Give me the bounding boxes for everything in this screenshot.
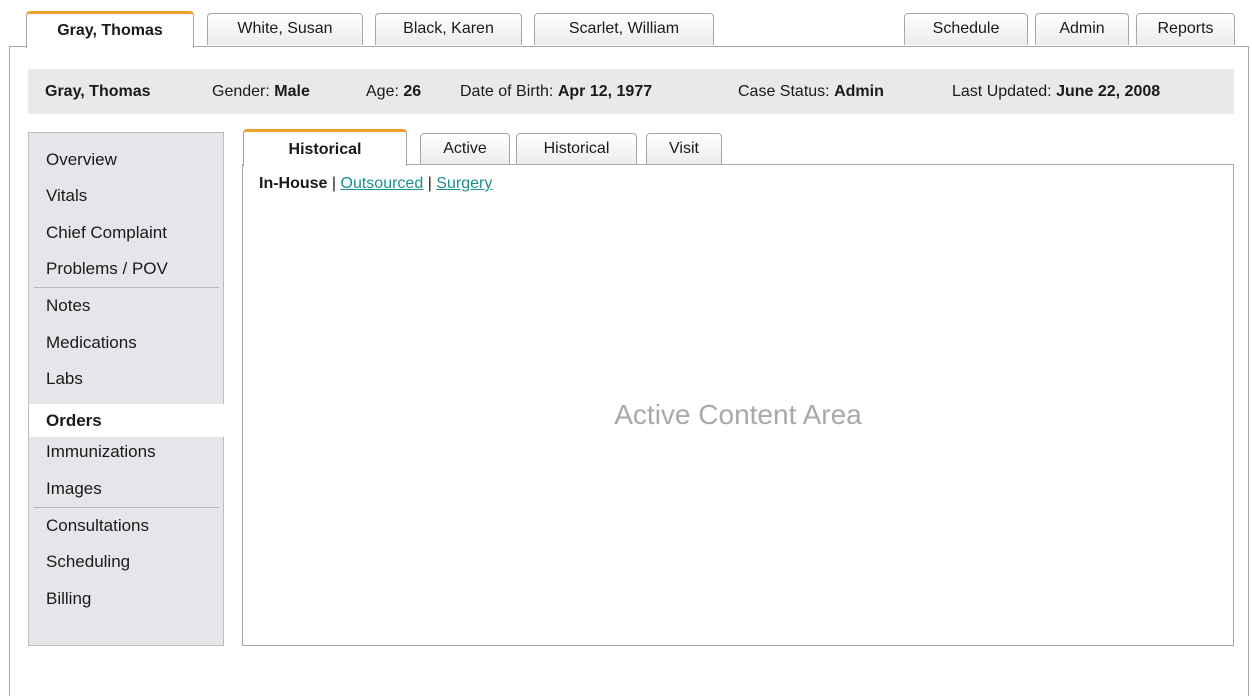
content-placeholder: Active Content Area bbox=[614, 399, 862, 430]
last-updated-label: Last Updated: bbox=[952, 83, 1052, 100]
dob-label: Date of Birth: bbox=[460, 83, 554, 100]
content-tab-historical[interactable]: Historical bbox=[516, 133, 637, 164]
sidebar-item-images[interactable]: Images bbox=[29, 471, 224, 507]
sidebar-item-scheduling[interactable]: Scheduling bbox=[29, 544, 224, 580]
sidebar-item-immunizations[interactable]: Immunizations bbox=[29, 434, 224, 470]
patient-tab-white-susan[interactable]: White, Susan bbox=[207, 13, 363, 45]
sublink-separator: | bbox=[427, 175, 432, 192]
sidebar-nav: Overview Vitals Chief Complaint Problems… bbox=[28, 132, 225, 646]
sublink-surgery[interactable]: Surgery bbox=[436, 175, 492, 192]
content-tab-visit[interactable]: Visit bbox=[646, 133, 722, 164]
sublink-outsourced[interactable]: Outsourced bbox=[341, 175, 424, 192]
dob-field: Date of Birth: Apr 12, 1977 bbox=[460, 69, 652, 114]
gender-label: Gender: bbox=[212, 83, 270, 100]
content-tab-historical-active[interactable]: Historical bbox=[243, 129, 407, 166]
sidebar-item-orders[interactable]: Orders bbox=[29, 404, 225, 437]
tab-schedule[interactable]: Schedule bbox=[904, 13, 1028, 45]
patient-name: Gray, Thomas bbox=[45, 83, 151, 100]
sidebar-item-notes[interactable]: Notes bbox=[29, 288, 224, 324]
dob-value: Apr 12, 1977 bbox=[557, 83, 653, 100]
sidebar-item-problems-pov[interactable]: Problems / POV bbox=[29, 251, 224, 287]
sidebar-item-billing[interactable]: Billing bbox=[29, 581, 224, 617]
sidebar-item-labs[interactable]: Labs bbox=[29, 361, 224, 397]
age-value: 26 bbox=[403, 83, 422, 100]
sidebar-item-consultations[interactable]: Consultations bbox=[29, 508, 224, 544]
content-tab-active[interactable]: Active bbox=[420, 133, 510, 164]
patient-tab-scarlet-william[interactable]: Scarlet, William bbox=[534, 13, 714, 45]
sublink-separator: | bbox=[331, 175, 337, 192]
sidebar-item-vitals[interactable]: Vitals bbox=[29, 178, 224, 214]
patient-tab-black-karen[interactable]: Black, Karen bbox=[375, 13, 522, 45]
age-field: Age: 26 bbox=[366, 69, 421, 114]
sidebar-item-medications[interactable]: Medications bbox=[29, 325, 224, 361]
sidebar-item-overview[interactable]: Overview bbox=[29, 142, 224, 178]
sidebar-item-chief-complaint[interactable]: Chief Complaint bbox=[29, 215, 224, 251]
order-type-links: In-House | Outsourced | Surgery bbox=[259, 175, 492, 193]
last-updated-field: Last Updated: June 22, 2008 bbox=[952, 69, 1160, 114]
tab-admin[interactable]: Admin bbox=[1035, 13, 1129, 45]
tab-reports[interactable]: Reports bbox=[1136, 13, 1235, 45]
case-status-value: Admin bbox=[834, 83, 884, 100]
last-updated-value: June 22, 2008 bbox=[1056, 83, 1161, 100]
age-label: Age: bbox=[366, 83, 399, 100]
gender-value: Male bbox=[274, 83, 310, 100]
active-content-area: In-House | Outsourced | Surgery Active C… bbox=[242, 164, 1234, 646]
patient-info-bar: Gray, Thomas Gender: Male Age: 26 Date o… bbox=[28, 69, 1234, 114]
gender-field: Gender: Male bbox=[212, 69, 310, 114]
sublink-in-house: In-House bbox=[259, 175, 328, 192]
case-status-label: Case Status: bbox=[738, 83, 830, 100]
patient-tab-gray-thomas[interactable]: Gray, Thomas bbox=[26, 11, 194, 48]
case-status-field: Case Status: Admin bbox=[738, 69, 884, 114]
